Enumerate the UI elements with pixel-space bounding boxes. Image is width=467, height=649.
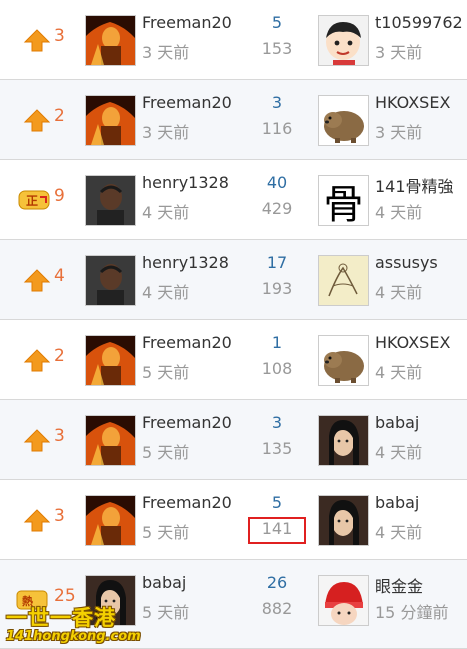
last-poster-name[interactable]: babaj	[375, 493, 467, 512]
table-row[interactable]: 正 9 henry1328 4 天前 40 429 骨 141骨精強 4 天前	[0, 160, 467, 240]
score: 3	[54, 506, 65, 526]
reply-count: 40	[266, 173, 288, 192]
up-arrow-icon	[22, 267, 52, 293]
last-post-time: 3 天前	[375, 123, 423, 142]
last-poster-name[interactable]: HKOXSEX	[375, 93, 467, 112]
author-name[interactable]: henry1328	[142, 253, 234, 272]
svg-text:正: 正	[26, 194, 38, 208]
avatar[interactable]	[85, 335, 136, 386]
avatar[interactable]	[85, 95, 136, 146]
score: 9	[54, 186, 65, 206]
view-count: 116	[261, 119, 293, 138]
up-arrow-icon	[22, 427, 52, 453]
view-count: 882	[261, 599, 293, 618]
last-poster-name[interactable]: 141骨精強	[375, 173, 467, 197]
post-time: 4 天前	[142, 203, 190, 222]
post-time: 5 天前	[142, 603, 190, 622]
post-time: 5 天前	[142, 523, 190, 542]
view-count: 429	[261, 199, 293, 218]
last-poster-name[interactable]: t10599762	[375, 13, 467, 32]
last-poster-name[interactable]: 眼金金	[375, 573, 467, 597]
avatar[interactable]	[85, 175, 136, 226]
table-row[interactable]: 3 Freeman20 5 天前 3 135 babaj 4 天前	[0, 400, 467, 480]
last-poster-avatar[interactable]	[318, 415, 369, 466]
table-row[interactable]: 3 Freeman20 3 天前 5 153 t10599762 3 天前	[0, 0, 467, 80]
up-arrow-icon	[22, 107, 52, 133]
post-time: 5 天前	[142, 363, 190, 382]
reply-count: 5	[271, 493, 283, 512]
reply-count: 3	[271, 93, 283, 112]
author-name[interactable]: henry1328	[142, 173, 234, 192]
view-count: 193	[261, 279, 293, 298]
avatar[interactable]	[85, 15, 136, 66]
author-name[interactable]: Freeman20	[142, 493, 234, 512]
view-count: 135	[261, 439, 293, 458]
post-time: 5 天前	[142, 443, 190, 462]
author-name[interactable]: babaj	[142, 573, 234, 592]
last-post-time: 4 天前	[375, 443, 423, 462]
post-time: 3 天前	[142, 123, 190, 142]
last-poster-avatar[interactable]	[318, 95, 369, 146]
author-name[interactable]: Freeman20	[142, 333, 234, 352]
last-post-time: 4 天前	[375, 203, 423, 222]
watermark-title: 一世一香港	[6, 606, 116, 630]
bone-character: 骨	[323, 181, 364, 226]
avatar[interactable]	[85, 495, 136, 546]
last-poster-avatar[interactable]	[318, 495, 369, 546]
reply-count: 26	[266, 573, 288, 592]
last-poster-name[interactable]: babaj	[375, 413, 467, 432]
score: 2	[54, 106, 65, 126]
reply-count: 17	[266, 253, 288, 272]
last-poster-avatar[interactable]	[318, 15, 369, 66]
author-name[interactable]: Freeman20	[142, 93, 234, 112]
site-watermark: 一世一香港 141hongkong.com	[0, 600, 141, 649]
positive-badge-icon: 正	[18, 187, 50, 213]
last-poster-avatar[interactable]	[318, 255, 369, 306]
last-poster-avatar[interactable]	[318, 335, 369, 386]
table-row[interactable]: 3 Freeman20 5 天前 5 141 babaj 4 天前	[0, 480, 467, 560]
last-post-time: 4 天前	[375, 363, 423, 382]
author-name[interactable]: Freeman20	[142, 13, 234, 32]
reply-count: 5	[271, 13, 283, 32]
author-name[interactable]: Freeman20	[142, 413, 234, 432]
last-poster-avatar[interactable]: 骨	[318, 175, 369, 226]
post-time: 4 天前	[142, 283, 190, 302]
up-arrow-icon	[22, 507, 52, 533]
last-post-time: 4 天前	[375, 523, 423, 542]
score: 2	[54, 346, 65, 366]
last-post-time: 15 分鐘前	[375, 603, 449, 622]
table-row[interactable]: 2 Freeman20 3 天前 3 116 HKOXSEX 3 天前	[0, 80, 467, 160]
score: 3	[54, 26, 65, 46]
avatar[interactable]	[85, 255, 136, 306]
view-count-highlighted: 141	[248, 517, 306, 544]
view-count: 108	[261, 359, 293, 378]
post-time: 3 天前	[142, 43, 190, 62]
score: 4	[54, 266, 65, 286]
last-poster-avatar[interactable]	[318, 575, 369, 626]
watermark-url: 141hongkong.com	[6, 629, 141, 644]
table-row[interactable]: 2 Freeman20 5 天前 1 108 HKOXSEX 4 天前	[0, 320, 467, 400]
avatar[interactable]	[85, 415, 136, 466]
view-count: 153	[261, 39, 293, 58]
last-post-time: 4 天前	[375, 283, 423, 302]
reply-count: 3	[271, 413, 283, 432]
score: 3	[54, 426, 65, 446]
up-arrow-icon	[22, 347, 52, 373]
table-row[interactable]: 4 henry1328 4 天前 17 193 assusys 4 天前	[0, 240, 467, 320]
last-post-time: 3 天前	[375, 43, 423, 62]
last-poster-name[interactable]: assusys	[375, 253, 467, 272]
last-poster-name[interactable]: HKOXSEX	[375, 333, 467, 352]
reply-count: 1	[271, 333, 283, 352]
up-arrow-icon	[22, 27, 52, 53]
